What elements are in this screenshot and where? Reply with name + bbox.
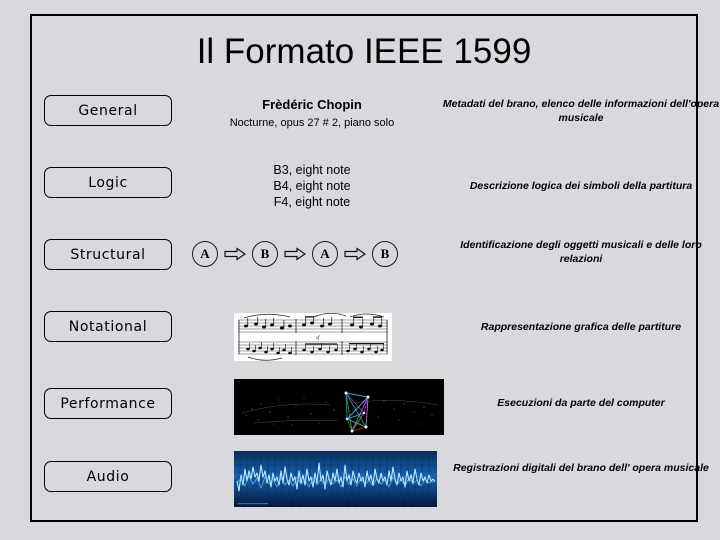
layer-button-label: General <box>78 102 138 119</box>
layer-button-audio[interactable]: Audio <box>44 461 172 492</box>
page-title: Il Formato IEEE 1599 <box>196 32 532 71</box>
chain-node: A <box>312 241 338 267</box>
chain-node: A <box>192 241 218 267</box>
layer-button-label: Structural <box>70 246 146 263</box>
layer-button-notational[interactable]: Notational <box>44 311 172 342</box>
layer-row-logic: Logic B3, eight note B4, eight note F4, … <box>32 163 696 223</box>
layer-button-performance[interactable]: Performance <box>44 388 172 419</box>
layer-button-logic[interactable]: Logic <box>44 167 172 198</box>
logic-content: B3, eight note B4, eight note F4, eight … <box>192 162 432 210</box>
note-line-1: B3, eight note <box>273 163 351 177</box>
layer-description-performance: Esecuzioni da parte del computer <box>497 397 665 409</box>
layer-button-structural[interactable]: Structural <box>44 239 172 270</box>
right-arrow-icon <box>224 247 247 261</box>
layer-row-audio: Audio Registrazioni digitali del brano d… <box>32 450 709 507</box>
layer-row-performance: Performance Esecuzioni da parte del comp… <box>32 379 696 435</box>
layer-button-label: Performance <box>60 395 156 412</box>
performance-visualization <box>234 379 444 435</box>
layer-row-notational: Notational sf Rappresentazione grafica d… <box>32 311 696 367</box>
layer-button-label: Audio <box>86 468 130 485</box>
layer-description-general: Metadati del brano, elenco delle informa… <box>442 98 720 125</box>
layer-button-label: Notational <box>68 318 148 335</box>
general-content: Frèdéric Chopin Nocturne, opus 27 # 2, p… <box>192 97 432 130</box>
layer-button-general[interactable]: General <box>44 95 172 126</box>
layer-description-structural: Identificazione degli oggetti musicali e… <box>460 239 702 266</box>
slide-frame: Il Formato IEEE 1599 General Frèdéric Ch… <box>30 14 719 522</box>
audio-waveform <box>234 451 437 507</box>
layer-description-notational: Rappresentazione grafica delle partiture <box>480 321 682 333</box>
slide-canvas: Il Formato IEEE 1599 General Frèdéric Ch… <box>0 0 720 540</box>
structural-chain-diagram: A B A B <box>192 241 442 267</box>
layer-description-logic: Descrizione logica dei simboli della par… <box>469 180 693 192</box>
layer-row-structural: Structural A B A B Identificazione degli… <box>32 239 702 295</box>
right-arrow-icon <box>344 247 367 261</box>
note-line-3: F4, eight note <box>273 195 351 209</box>
layer-description-audio: Registrazioni digitali del brano dell' o… <box>453 462 709 474</box>
note-line-2: B4, eight note <box>273 179 351 193</box>
piece-title: Nocturne, opus 27 # 2, piano solo <box>229 116 395 129</box>
layer-button-label: Logic <box>88 174 128 191</box>
chain-node: B <box>252 241 278 267</box>
chain-node: B <box>372 241 398 267</box>
layer-row-general: General Frèdéric Chopin Nocturne, opus 2… <box>32 95 719 151</box>
score-image: sf <box>234 313 392 361</box>
composer-name: Frèdéric Chopin <box>262 97 362 112</box>
right-arrow-icon <box>284 247 307 261</box>
